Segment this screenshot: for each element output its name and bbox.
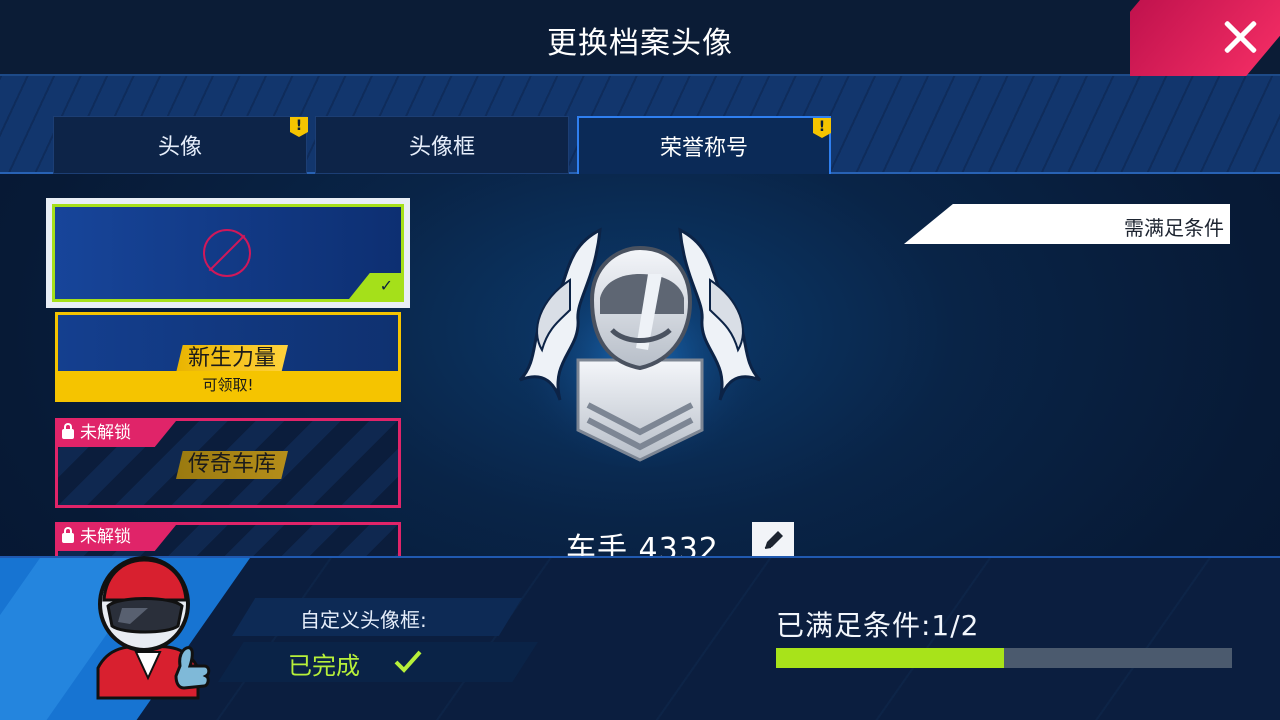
title-plate-text: 新生力量 <box>187 346 276 371</box>
tab-label: 头像 <box>157 135 202 160</box>
tab-avatar[interactable]: 头像 ! <box>53 116 308 174</box>
list-item-claimable[interactable]: 新生力量 可领取! <box>55 312 401 402</box>
lock-icon <box>62 423 74 439</box>
close-icon[interactable] <box>1222 18 1258 54</box>
list-item-none-selected[interactable]: ✓ <box>46 198 410 308</box>
close-corner <box>1130 0 1280 76</box>
progress-title: 已满足条件:1/2 <box>776 609 980 642</box>
progress-bar <box>776 648 1232 668</box>
warning-icon: ! <box>290 117 308 137</box>
tab-bar: 头像 ! 头像框 荣誉称号 ! <box>0 76 1280 174</box>
warning-icon: ! <box>813 118 831 138</box>
progress-fill <box>776 648 1004 668</box>
title-plate-text: 传奇车库 <box>187 452 276 477</box>
claim-label[interactable]: 可领取! <box>58 371 398 399</box>
page-title: 更换档案头像 <box>547 26 733 61</box>
locked-badge-text: 未解锁 <box>80 423 131 443</box>
condition-label: 自定义头像框: <box>300 608 427 632</box>
tab-honor-title[interactable]: 荣誉称号 ! <box>577 116 831 174</box>
requirement-label: 需满足条件 <box>1124 216 1224 240</box>
locked-badge-text: 未解锁 <box>80 527 131 547</box>
tab-avatar-frame[interactable]: 头像框 <box>315 116 569 174</box>
status-label: 已完成 <box>288 652 360 680</box>
lock-icon <box>62 527 74 543</box>
tab-label: 荣誉称号 <box>659 136 748 161</box>
racer-avatar-icon <box>96 556 211 700</box>
status-row <box>218 642 538 682</box>
profile-avatar-screen: 更换档案头像 头像 ! 头像框 荣誉称号 ! ✓ 新生力量 可领取! 未解锁 传… <box>0 0 1280 720</box>
locked-badge: 未解锁 <box>58 421 176 447</box>
edit-pencil-icon <box>764 531 783 549</box>
header-bar: 更换档案头像 <box>0 0 1280 76</box>
list-item-locked[interactable]: 未解锁 传奇车库 <box>55 418 401 508</box>
helmet-emblem-icon <box>510 227 770 468</box>
check-icon <box>394 650 422 673</box>
check-icon: ✓ <box>349 273 401 299</box>
edit-name-button[interactable] <box>752 522 794 558</box>
tab-label: 头像框 <box>408 135 475 160</box>
no-selection-icon <box>203 229 251 277</box>
